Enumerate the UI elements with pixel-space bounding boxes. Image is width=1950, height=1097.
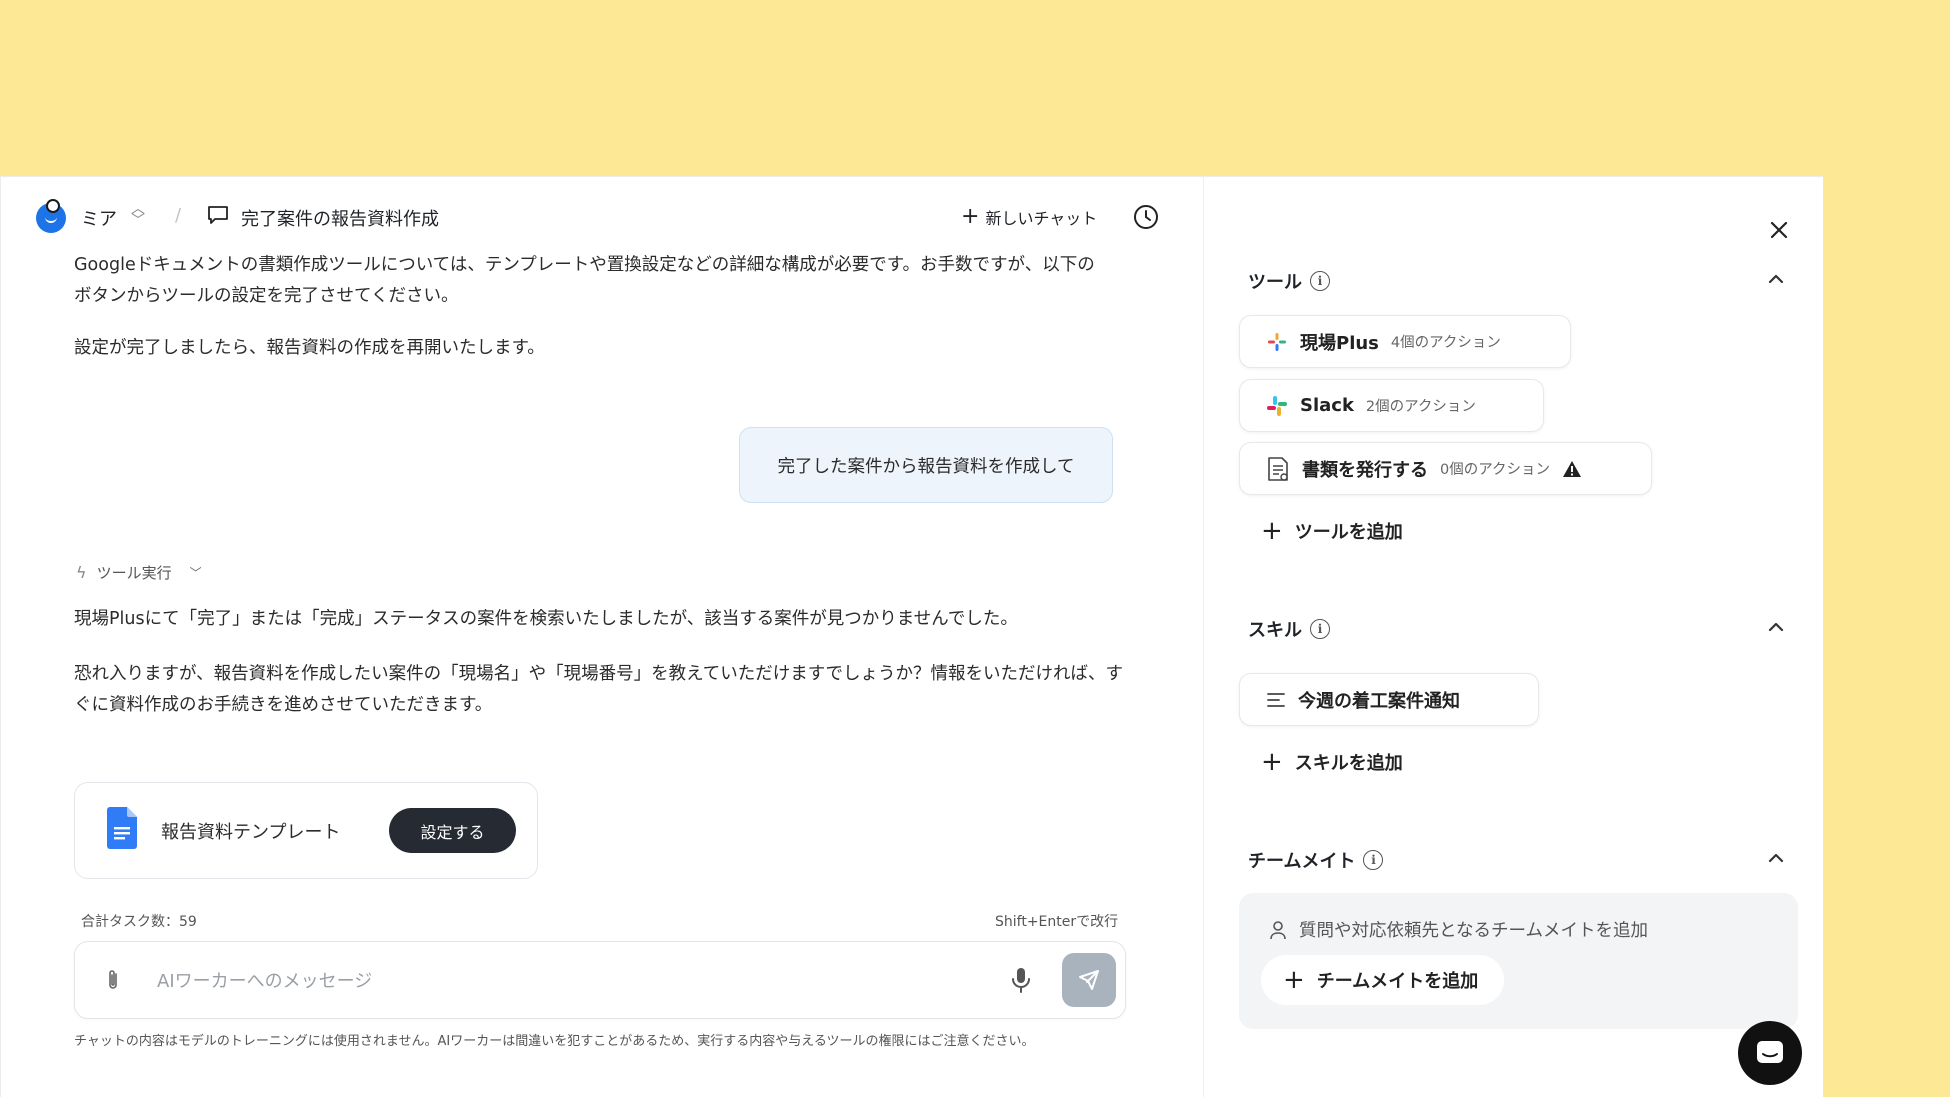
agent-avatar[interactable] — [36, 199, 66, 233]
google-docs-icon — [107, 807, 137, 849]
chat-title: 完了案件の報告資料作成 — [241, 209, 439, 230]
skills-section-title: スキル i — [1248, 616, 1330, 642]
info-icon[interactable]: i — [1310, 271, 1330, 291]
app-window: ミア ︿ ﹀ / 完了案件の報告資料作成 + 新しいチャット Googleドキュメ… — [0, 176, 1823, 1097]
info-icon[interactable]: i — [1310, 619, 1330, 639]
assistant-message-line: ぐに資料作成のお手続きを進めさせていただきます。 — [74, 695, 493, 715]
plus-icon: + — [1261, 747, 1283, 777]
chevron-up-icon[interactable] — [1765, 847, 1787, 869]
add-tool-button[interactable]: + ツールを追加 — [1261, 518, 1403, 544]
slack-icon — [1267, 395, 1287, 416]
setup-button[interactable]: 設定する — [389, 808, 516, 853]
tool-action-count: 2個のアクション — [1365, 399, 1476, 415]
chevron-up-down-icon[interactable]: ︿ ﹀ — [131, 202, 145, 228]
teammates-hint: 質問や対応依頼先となるチームメイトを追加 — [1269, 917, 1648, 942]
tool-item-slack[interactable]: Slack 2個のアクション — [1239, 379, 1544, 432]
add-skill-button[interactable]: + スキルを追加 — [1261, 749, 1403, 775]
microphone-icon[interactable] — [1011, 967, 1031, 993]
plus-icon: + — [1283, 965, 1305, 995]
assistant-message-paragraph: 設定が完了しましたら、報告資料の作成を再開いたします。 — [74, 338, 545, 358]
plus-icon: + — [1261, 516, 1283, 546]
chevron-up-icon[interactable] — [1765, 616, 1787, 638]
text-lines-icon — [1267, 692, 1285, 707]
plus-icon: + — [961, 204, 980, 229]
chat-topbar: ミア ︿ ﹀ / 完了案件の報告資料作成 + 新しいチャット — [1, 177, 1203, 257]
chat-support-icon — [1757, 1041, 1783, 1063]
chat-pane: ミア ︿ ﹀ / 完了案件の報告資料作成 + 新しいチャット Googleドキュメ… — [1, 177, 1204, 1097]
document-icon — [1268, 456, 1288, 481]
tool-name: Slack — [1300, 395, 1354, 416]
send-plane-icon — [1079, 970, 1099, 990]
assistant-message-line: 恐れ入りますが、報告資料を作成したい案件の「現場名」や「現場番号」を教えていただ… — [74, 664, 1123, 684]
user-message-text: 完了した案件から報告資料を作成して — [777, 456, 1075, 477]
tool-action-count: 0個のアクション — [1440, 462, 1550, 478]
teammates-section-title: チームメイト i — [1248, 847, 1384, 873]
tool-name: 現場Plus — [1300, 332, 1379, 354]
teammates-title-text: チームメイト — [1248, 851, 1356, 872]
chevron-up-icon[interactable] — [1765, 268, 1787, 290]
tool-action-count: 4個のアクション — [1390, 335, 1501, 351]
add-teammate-button[interactable]: + チームメイトを追加 — [1261, 955, 1505, 1005]
user-message-bubble: 完了した案件から報告資料を作成して — [739, 427, 1113, 503]
chat-bubble-icon — [208, 206, 228, 224]
warning-icon — [1563, 460, 1581, 477]
paperclip-icon[interactable] — [105, 968, 121, 992]
assistant-message-paragraph: 現場Plusにて「完了」または「完成」ステータスの案件を検索いたしましたが、該当… — [74, 609, 1018, 629]
lightning-icon: ϟ — [76, 563, 87, 582]
skills-title-text: スキル — [1248, 620, 1302, 641]
support-chat-button[interactable] — [1738, 1021, 1802, 1085]
history-clock-icon[interactable] — [1133, 204, 1159, 230]
template-label: 報告資料テンプレート — [161, 822, 341, 843]
chevron-down-icon: ﹀ — [189, 566, 202, 580]
assistant-message-line: Googleドキュメントの書類作成ツールについては、テンプレートや置換設定などの… — [74, 255, 1095, 275]
teammates-hint-text: 質問や対応依頼先となるチームメイトを追加 — [1299, 921, 1648, 941]
tool-item-genba-plus[interactable]: 現場Plus 4個のアクション — [1239, 315, 1571, 368]
agent-name[interactable]: ミア — [81, 205, 117, 231]
tools-section-title: ツール i — [1248, 268, 1330, 294]
info-icon[interactable]: i — [1363, 850, 1384, 870]
add-tool-label: ツールを追加 — [1294, 522, 1403, 543]
tool-run-toggle[interactable]: ϟ ツール実行 ﹀ — [76, 562, 202, 583]
tool-name: 書類を発行する — [1302, 459, 1428, 481]
message-composer — [74, 941, 1126, 1019]
genba-plus-icon — [1268, 332, 1286, 351]
disclaimer-text: チャットの内容はモデルのトレーニングには使用されません。AIワーカーは間違いを犯… — [74, 1034, 1035, 1049]
tool-run-label: ツール実行 — [96, 564, 172, 582]
tools-title-text: ツール — [1248, 272, 1302, 293]
add-skill-label: スキルを追加 — [1294, 753, 1403, 774]
add-teammate-label: チームメイトを追加 — [1316, 971, 1479, 992]
skill-item[interactable]: 今週の着工案件通知 — [1239, 673, 1539, 726]
new-chat-button[interactable]: + 新しいチャット — [961, 205, 1097, 229]
newline-shortcut-hint: Shift+Enterで改行 — [995, 914, 1119, 930]
task-count: 合計タスク数：59 — [81, 914, 197, 930]
person-icon — [1270, 920, 1286, 939]
teammates-box: 質問や対応依頼先となるチームメイトを追加 + チームメイトを追加 — [1239, 893, 1798, 1029]
new-chat-label: 新しいチャット — [985, 209, 1098, 228]
assistant-message-line: ボタンからツールの設定を完了させてください。 — [74, 286, 459, 306]
message-input[interactable] — [157, 960, 1017, 1002]
tool-item-issue-document[interactable]: 書類を発行する 0個のアクション — [1239, 442, 1652, 495]
skill-name: 今週の着工案件通知 — [1298, 690, 1460, 712]
template-setup-card: 報告資料テンプレート 設定する — [74, 782, 538, 879]
close-icon[interactable] — [1768, 219, 1790, 241]
breadcrumb-separator: / — [175, 205, 182, 226]
agent-settings-panel: ツール i 現場Plus 4個のアクション Slack 2個のアクション 書類を… — [1205, 177, 1823, 1097]
send-button[interactable] — [1062, 953, 1116, 1007]
